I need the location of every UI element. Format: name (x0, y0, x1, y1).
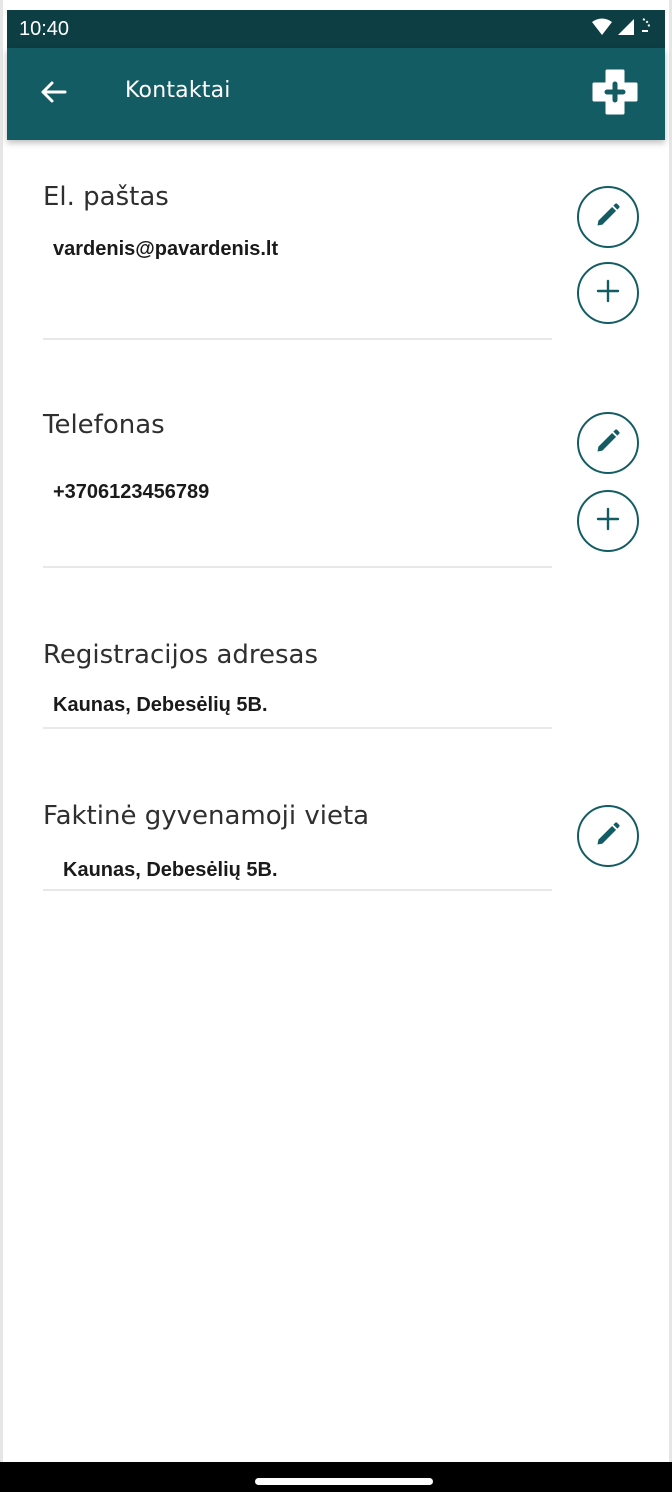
add-contact-icon (592, 69, 638, 120)
back-button[interactable] (33, 76, 73, 112)
home-indicator[interactable] (255, 1478, 433, 1485)
signal-icon (617, 18, 635, 41)
arrow-left-icon (39, 80, 67, 109)
status-time: 10:40 (19, 18, 70, 40)
edit-phone-button[interactable] (577, 412, 639, 474)
edit-residence-button[interactable] (577, 805, 639, 867)
battery-icon (639, 17, 653, 42)
phone-label: Telefonas (43, 410, 165, 440)
email-value: vardenis@pavardenis.lt (53, 238, 279, 260)
device-frame (0, 0, 672, 1492)
status-icons (591, 17, 653, 42)
pencil-icon (594, 427, 622, 460)
plus-icon (595, 506, 621, 537)
app-bar: Kontaktai (7, 48, 665, 140)
actual-residence-value: Kaunas, Debesėlių 5B. (63, 859, 278, 881)
divider (43, 338, 552, 340)
email-label: El. paštas (43, 182, 169, 212)
edit-email-button[interactable] (577, 186, 639, 248)
pencil-icon (594, 820, 622, 853)
registration-address-label: Registracijos adresas (43, 640, 319, 670)
add-email-button[interactable] (577, 262, 639, 324)
add-phone-button[interactable] (577, 490, 639, 552)
status-bar: 10:40 (7, 10, 665, 48)
divider (43, 889, 552, 891)
divider (43, 566, 552, 568)
actual-residence-label: Faktinė gyvenamoji vieta (43, 801, 370, 831)
phone-value: +3706123456789 (53, 481, 210, 503)
pencil-icon (594, 201, 622, 234)
page-title: Kontaktai (125, 78, 231, 103)
add-contact-button[interactable] (591, 69, 639, 120)
divider (43, 727, 552, 729)
system-navigation-bar (0, 1462, 672, 1492)
registration-address-value: Kaunas, Debesėlių 5B. (53, 694, 268, 716)
plus-icon (595, 278, 621, 309)
wifi-icon (591, 18, 613, 41)
